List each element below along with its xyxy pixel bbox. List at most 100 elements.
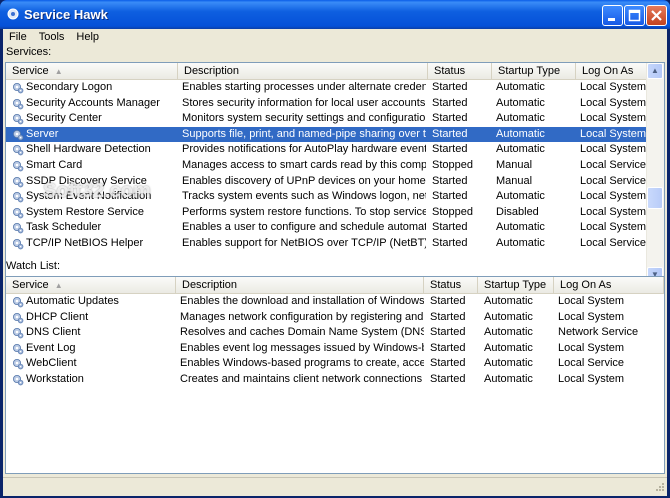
cell-description: Resolves and caches Domain Name System (… bbox=[180, 326, 424, 339]
cell-service: Security Accounts Manager bbox=[26, 96, 160, 109]
service-gear-icon bbox=[13, 145, 24, 156]
cell-status: Started bbox=[432, 112, 468, 125]
table-row[interactable]: Security Center Monitors system security … bbox=[6, 111, 664, 127]
cell-description: Enables support for NetBIOS over TCP/IP … bbox=[182, 237, 426, 249]
cell-status: Started bbox=[430, 373, 466, 385]
cell-startup: Automatic bbox=[496, 112, 545, 125]
cell-logon: Local System bbox=[580, 81, 647, 93]
watch-col-logon-label: Log On As bbox=[560, 279, 612, 291]
service-gear-icon bbox=[13, 161, 24, 172]
col-startup[interactable]: Startup Type bbox=[492, 63, 576, 79]
table-row[interactable]: TCP/IP NetBIOS Helper Enables support for… bbox=[6, 236, 664, 252]
service-gear-icon bbox=[13, 239, 24, 250]
table-row[interactable]: System Restore Service Performs system re… bbox=[6, 205, 664, 221]
cell-service: WebClient bbox=[26, 357, 77, 370]
cell-startup: Disabled bbox=[496, 205, 539, 218]
cell-description: Enables a user to configure and schedule… bbox=[182, 221, 426, 234]
resize-grip-icon[interactable] bbox=[653, 482, 665, 494]
cell-logon: Local System bbox=[558, 310, 625, 323]
cell-startup: Automatic bbox=[496, 190, 545, 203]
cell-startup: Automatic bbox=[484, 310, 533, 323]
table-row[interactable]: Event Log Enables event log messages issu… bbox=[6, 341, 664, 357]
service-gear-icon bbox=[13, 312, 24, 323]
col-description[interactable]: Description bbox=[178, 63, 428, 79]
scroll-up-button[interactable]: ▲ bbox=[647, 63, 663, 79]
gear-icon bbox=[7, 8, 19, 20]
col-service-label: Service bbox=[12, 65, 49, 77]
scroll-thumb[interactable] bbox=[647, 187, 663, 209]
watchlist-label: Watch List: bbox=[6, 260, 60, 272]
cell-status: Stopped bbox=[432, 205, 473, 218]
minimize-button[interactable] bbox=[602, 5, 623, 26]
cell-status: Started bbox=[432, 174, 468, 187]
service-gear-icon bbox=[13, 297, 24, 308]
cell-logon: Network Service bbox=[558, 326, 639, 339]
services-list[interactable]: Service ▲ Description Status Startup Type… bbox=[5, 62, 665, 284]
cell-logon: Local System bbox=[580, 127, 647, 140]
service-gear-icon bbox=[13, 328, 24, 339]
cell-startup: Automatic bbox=[484, 341, 533, 354]
cell-description: Enables Windows-based programs to create… bbox=[180, 357, 424, 370]
table-row[interactable]: Security Accounts Manager Stores security… bbox=[6, 96, 664, 112]
watch-col-status[interactable]: Status bbox=[424, 277, 478, 293]
maximize-icon bbox=[628, 9, 641, 22]
table-row[interactable]: Shell Hardware Detection Provides notific… bbox=[6, 142, 664, 158]
cell-startup: Manual bbox=[496, 159, 533, 171]
cell-logon: Local System bbox=[558, 373, 625, 385]
cell-description: Supports file, print, and named-pipe sha… bbox=[182, 127, 426, 140]
cell-status: Started bbox=[430, 326, 466, 339]
cell-status: Started bbox=[432, 237, 468, 249]
cell-status: Started bbox=[430, 310, 466, 323]
cell-service: System Event Notification bbox=[26, 190, 152, 203]
menu-bar: File Tools Help bbox=[3, 29, 667, 45]
cell-description: Enables discovery of UPnP devices on you… bbox=[182, 174, 426, 187]
maximize-button[interactable] bbox=[624, 5, 645, 26]
cell-service: Workstation bbox=[26, 373, 84, 385]
cell-description: Enables starting processes under alterna… bbox=[182, 81, 426, 93]
cell-status: Started bbox=[432, 96, 468, 109]
watch-col-status-label: Status bbox=[430, 279, 462, 291]
table-row[interactable]: Secondary Logon Enables starting processe… bbox=[6, 80, 664, 96]
cell-service: Secondary Logon bbox=[26, 81, 113, 93]
service-gear-icon bbox=[13, 375, 24, 386]
title-bar[interactable]: Service Hawk bbox=[0, 0, 670, 29]
table-row[interactable]: DNS Client Resolves and caches Domain Nam… bbox=[6, 325, 664, 341]
cell-status: Started bbox=[432, 143, 468, 156]
menu-tools[interactable]: Tools bbox=[33, 29, 71, 45]
col-service[interactable]: Service ▲ bbox=[6, 63, 178, 79]
watch-col-startup[interactable]: Startup Type bbox=[478, 277, 554, 293]
app-window: Service Hawk File Tools Help Services: Ser… bbox=[0, 0, 670, 498]
cell-startup: Automatic bbox=[496, 221, 545, 234]
table-row[interactable]: System Event Notification Tracks system e… bbox=[6, 189, 664, 205]
cell-logon: Local System bbox=[580, 221, 647, 234]
col-status-label: Status bbox=[434, 65, 466, 77]
watch-list[interactable]: Service ▲ Description Status Startup Type… bbox=[5, 276, 665, 474]
cell-description: Creates and maintains client network con… bbox=[180, 373, 424, 385]
menu-file[interactable]: File bbox=[3, 29, 33, 45]
table-row[interactable]: Workstation Creates and maintains client … bbox=[6, 372, 664, 388]
cell-service: System Restore Service bbox=[26, 205, 144, 218]
table-row[interactable]: DHCP Client Manages network configuration… bbox=[6, 310, 664, 326]
table-row[interactable]: WebClient Enables Windows-based programs … bbox=[6, 356, 664, 372]
services-scrollbar[interactable]: ▲ ▼ bbox=[646, 63, 664, 283]
table-row[interactable]: Smart Card Manages access to smart cards … bbox=[6, 158, 664, 174]
cell-logon: Local System bbox=[558, 295, 625, 307]
cell-status: Started bbox=[432, 190, 468, 203]
watch-col-service[interactable]: Service ▲ bbox=[6, 277, 176, 293]
menu-help[interactable]: Help bbox=[70, 29, 105, 45]
cell-logon: Local System bbox=[580, 112, 647, 125]
close-button[interactable] bbox=[646, 5, 667, 26]
table-row[interactable]: Server Supports file, print, and named-pi… bbox=[6, 126, 664, 143]
watch-col-description[interactable]: Description bbox=[176, 277, 424, 293]
table-row[interactable]: Automatic Updates Enables the download an… bbox=[6, 294, 664, 310]
service-gear-icon bbox=[13, 223, 24, 234]
table-row[interactable]: SSDP Discovery Service Enables discovery … bbox=[6, 174, 664, 190]
cell-description: Stores security information for local us… bbox=[182, 96, 426, 109]
cell-description: Manages access to smart cards read by th… bbox=[182, 159, 426, 171]
watch-col-logon[interactable]: Log On As bbox=[554, 277, 664, 293]
window-body: File Tools Help Services: Service ▲ Descrip… bbox=[3, 29, 667, 496]
col-logon[interactable]: Log On As bbox=[576, 63, 649, 79]
col-status[interactable]: Status bbox=[428, 63, 492, 79]
cell-logon: Local System bbox=[580, 96, 647, 109]
table-row[interactable]: Task Scheduler Enables a user to configur… bbox=[6, 220, 664, 236]
